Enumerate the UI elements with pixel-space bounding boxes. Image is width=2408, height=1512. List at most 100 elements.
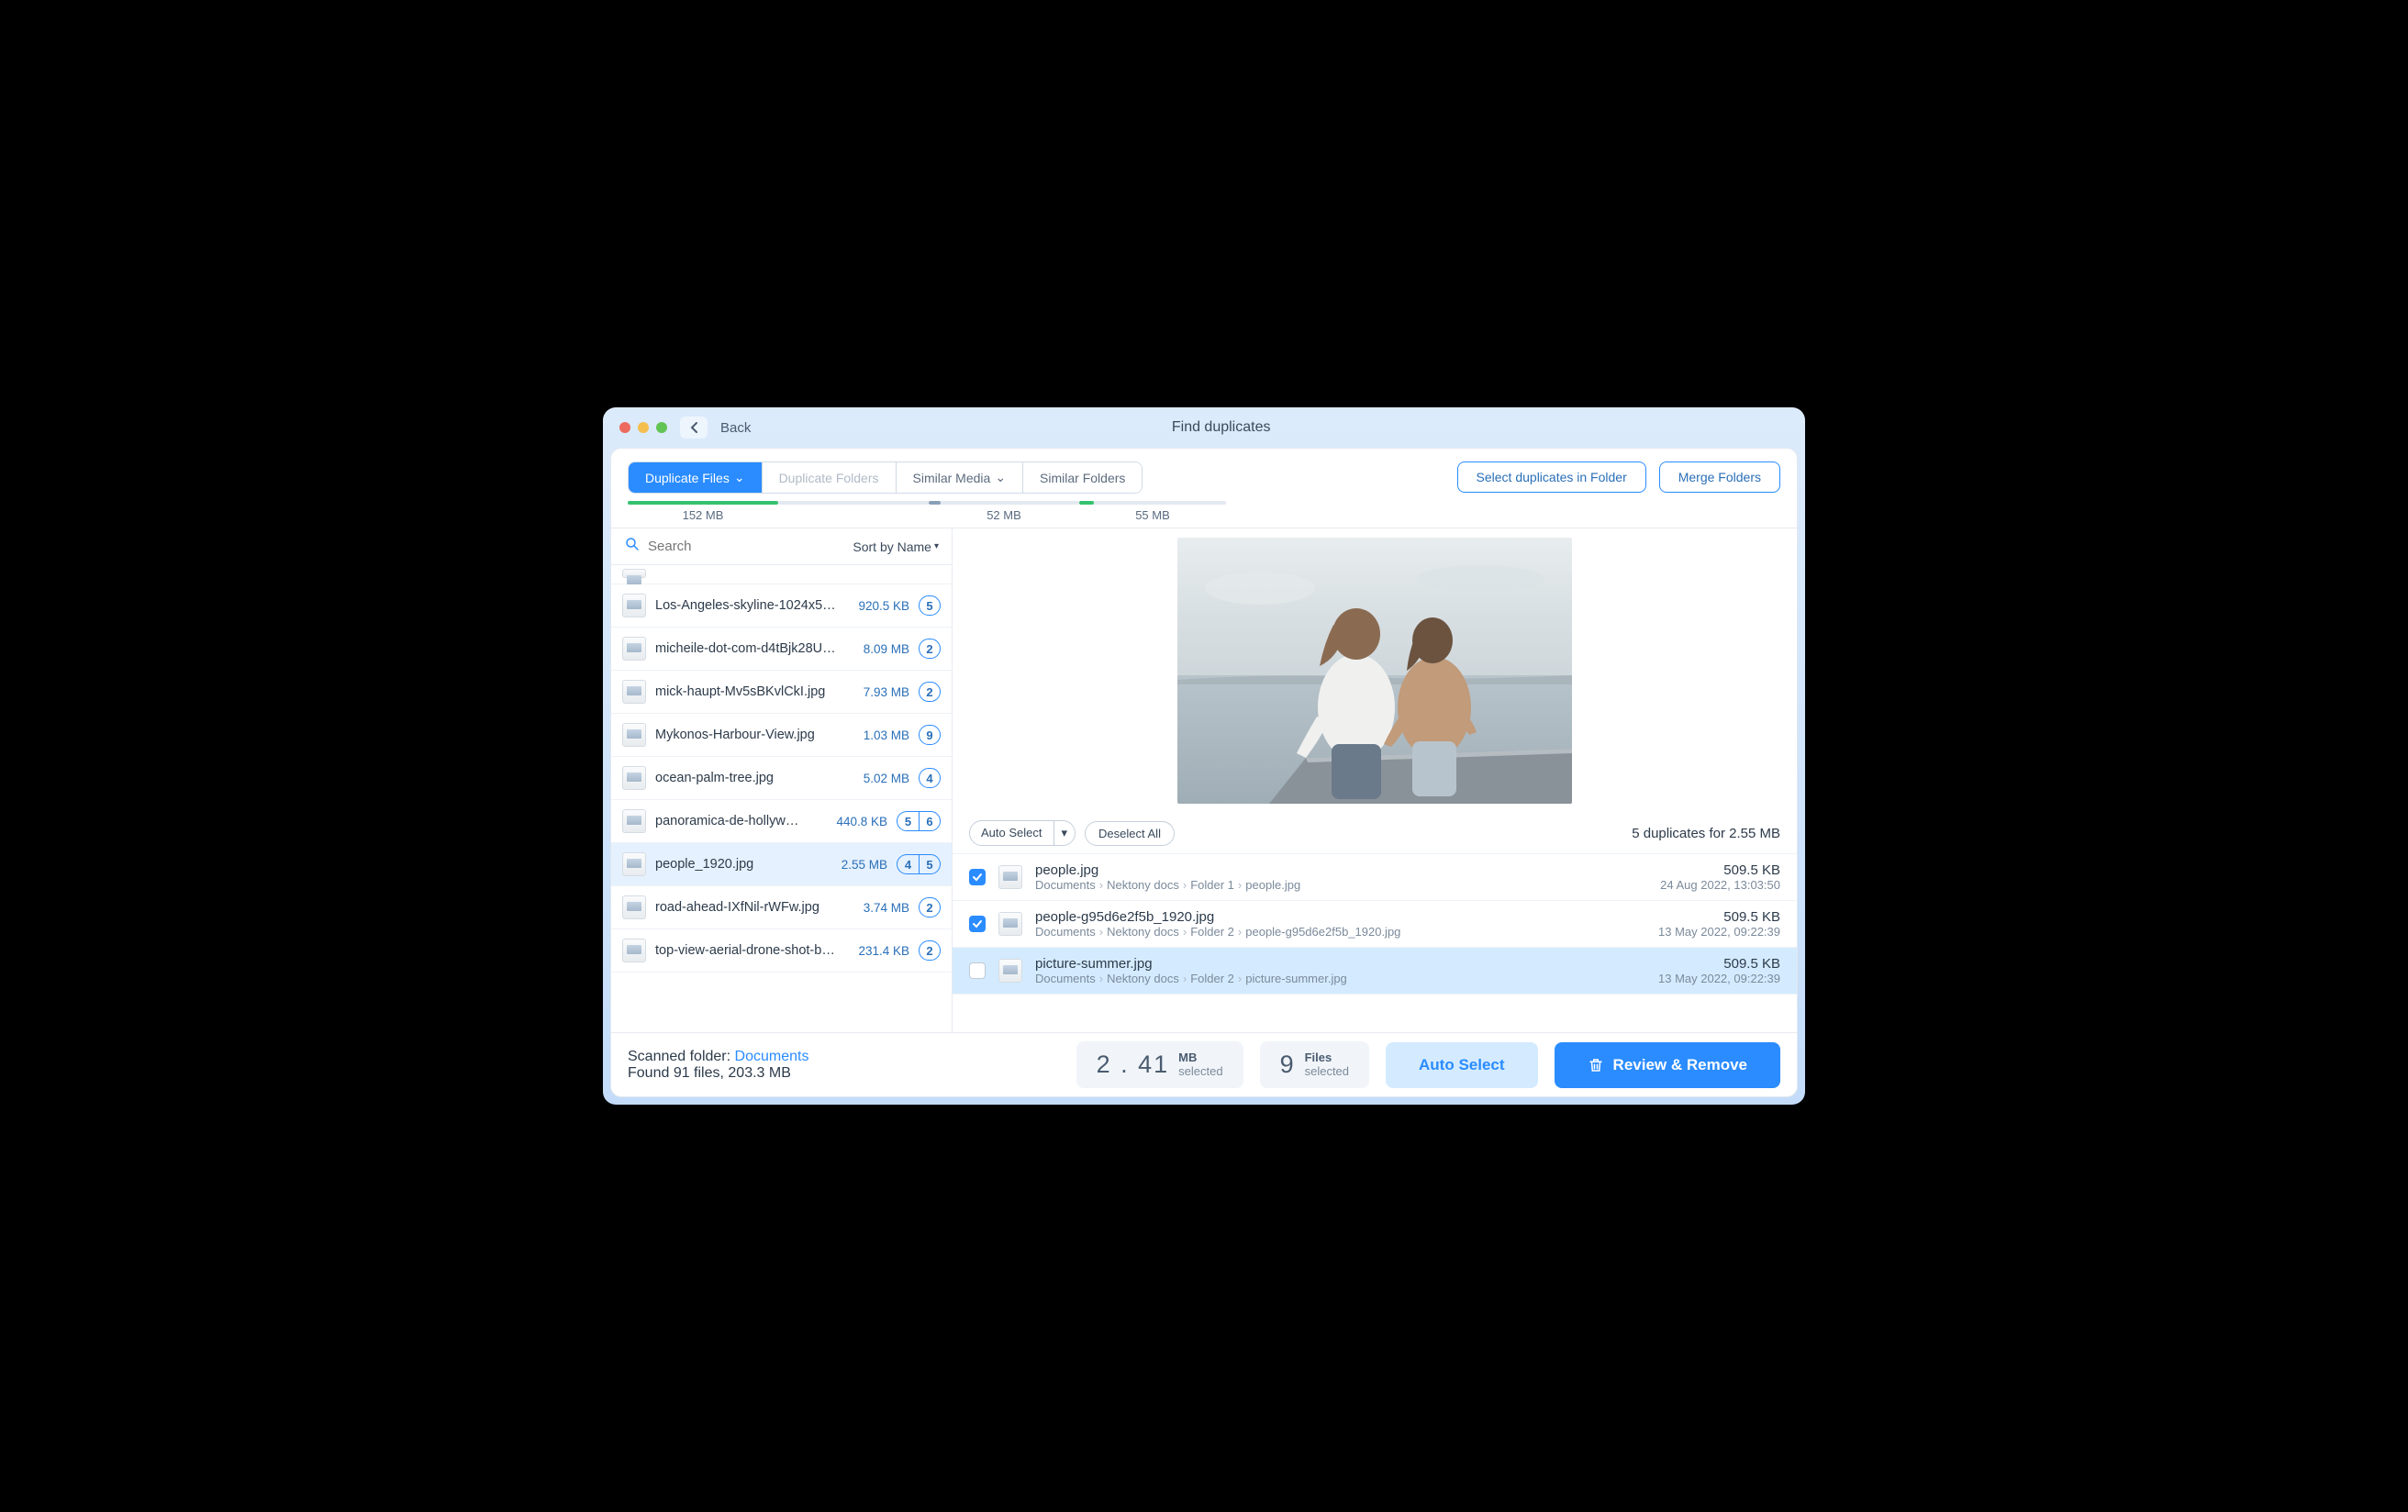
search-input[interactable] [648, 539, 845, 554]
count-badge: 2 [919, 897, 941, 917]
file-thumb-icon [622, 594, 646, 617]
file-thumb-icon [622, 809, 646, 833]
minimize-window-icon[interactable] [638, 422, 649, 433]
file-thumb-icon [622, 852, 646, 876]
footer-auto-select-button[interactable]: Auto Select [1386, 1042, 1538, 1088]
main-split: Sort by Name▾ Los-Angeles-skyline-1024x5… [611, 528, 1797, 1032]
deselect-all-button[interactable]: Deselect All [1085, 821, 1175, 846]
duplicate-row[interactable]: people-g95d6e2f5b_1920.jpg Documents ›Ne… [953, 901, 1797, 948]
file-row[interactable]: people_1920.jpg 2.55 MB 45 [611, 843, 952, 886]
count-badge: 4 [897, 854, 919, 874]
file-size: 3.74 MB [864, 901, 909, 915]
preview-area [953, 528, 1797, 813]
count-badge: 2 [919, 940, 941, 961]
size-bars: 152 MB . 52 MB 55 MB [611, 501, 1797, 528]
count-badge: 9 [919, 725, 941, 745]
file-thumb-icon [622, 939, 646, 962]
stat-size-selected: 2 . 41 MBselected [1076, 1041, 1243, 1088]
view-tabs: Duplicate Files⌄ Duplicate Folders Simil… [628, 461, 1143, 494]
scanned-folder-link[interactable]: Documents [735, 1049, 809, 1064]
count-badge: 2 [919, 639, 941, 659]
review-remove-button[interactable]: Review & Remove [1555, 1042, 1780, 1088]
checkbox[interactable] [969, 962, 986, 979]
file-name: top-view-aerial-drone-shot-b… [655, 943, 849, 958]
file-size: 2.55 MB [842, 858, 887, 872]
duplicate-row[interactable]: picture-summer.jpg Documents ›Nektony do… [953, 948, 1797, 995]
duplicate-name: picture-summer.jpg [1035, 956, 1645, 972]
file-row[interactable]: Mykonos-Harbour-View.jpg 1.03 MB 9 [611, 714, 952, 757]
merge-folders-button[interactable]: Merge Folders [1659, 461, 1780, 493]
file-size: 5.02 MB [864, 772, 909, 785]
file-thumb-icon [622, 637, 646, 661]
file-row[interactable]: road-ahead-IXfNil-rWFw.jpg 3.74 MB 2 [611, 886, 952, 929]
traffic-lights [619, 422, 667, 433]
duplicate-path: Documents ›Nektony docs ›Folder 2 ›peopl… [1035, 925, 1645, 939]
file-size: 920.5 KB [858, 599, 909, 613]
file-thumb-icon [622, 569, 646, 578]
file-size: 1.03 MB [864, 728, 909, 742]
duplicate-path: Documents ›Nektony docs ›Folder 1 ›peopl… [1035, 878, 1647, 892]
file-row[interactable]: Los-Angeles-skyline-1024x5… 920.5 KB 5 [611, 584, 952, 628]
select-duplicates-button[interactable]: Select duplicates in Folder [1457, 461, 1646, 493]
content-area: Duplicate Files⌄ Duplicate Folders Simil… [610, 448, 1798, 1097]
file-name: road-ahead-IXfNil-rWFw.jpg [655, 900, 854, 915]
duplicate-size: 509.5 KB [1660, 862, 1780, 878]
file-row[interactable]: mick-haupt-Mv5sBKvlCkI.jpg 7.93 MB 2 [611, 671, 952, 714]
count-badge: 2 [919, 682, 941, 702]
file-thumb-icon [622, 766, 646, 790]
duplicate-date: 24 Aug 2022, 13:03:50 [1660, 878, 1780, 892]
duplicates-list[interactable]: people.jpg Documents ›Nektony docs ›Fold… [953, 854, 1797, 1032]
file-row[interactable]: micheile-dot-com-d4tBjk28U… 8.09 MB 2 [611, 628, 952, 671]
duplicate-size: 509.5 KB [1658, 956, 1780, 972]
count-badge: 5 [919, 595, 941, 616]
duplicate-path: Documents ›Nektony docs ›Folder 2 ›pictu… [1035, 972, 1645, 985]
app-window: Back Find duplicates Duplicate Files⌄ Du… [603, 407, 1805, 1105]
file-name: panoramica-de-hollyw… [655, 814, 827, 828]
duplicate-size: 509.5 KB [1658, 909, 1780, 925]
count-badge: 5 [919, 854, 941, 874]
auto-select-split-button[interactable]: Auto Select▾ [969, 820, 1076, 846]
file-thumb-icon [998, 959, 1022, 983]
sort-dropdown[interactable]: Sort by Name▾ [853, 539, 939, 554]
file-thumb-icon [622, 680, 646, 704]
window-title: Find duplicates [764, 419, 1789, 436]
duplicates-summary: 5 duplicates for 2.55 MB [1632, 826, 1780, 841]
preview-pane: Auto Select▾ Deselect All 5 duplicates f… [953, 528, 1797, 1032]
tab-duplicate-folders[interactable]: Duplicate Folders [763, 462, 897, 493]
file-thumb-icon [998, 912, 1022, 936]
count-badge: 6 [919, 811, 941, 831]
close-window-icon[interactable] [619, 422, 630, 433]
file-name: Los-Angeles-skyline-1024x5… [655, 598, 849, 613]
found-summary: Found 91 files, 203.3 MB [628, 1065, 1060, 1082]
file-name: micheile-dot-com-d4tBjk28U… [655, 641, 854, 656]
trash-icon [1588, 1057, 1604, 1073]
file-name: ocean-palm-tree.jpg [655, 771, 854, 785]
file-size: 7.93 MB [864, 685, 909, 699]
duplicate-name: people-g95d6e2f5b_1920.jpg [1035, 909, 1645, 925]
back-button[interactable] [680, 417, 708, 439]
checkbox[interactable] [969, 916, 986, 932]
chevron-left-icon [689, 421, 698, 434]
count-badge: 4 [919, 768, 941, 788]
file-list[interactable]: Los-Angeles-skyline-1024x5… 920.5 KB 5 m… [611, 565, 952, 1032]
tab-similar-media[interactable]: Similar Media⌄ [897, 462, 1024, 493]
duplicate-date: 13 May 2022, 09:22:39 [1658, 925, 1780, 939]
chevron-down-icon[interactable]: ▾ [1054, 821, 1076, 845]
maximize-window-icon[interactable] [656, 422, 667, 433]
tab-duplicate-files[interactable]: Duplicate Files⌄ [629, 462, 763, 493]
file-row[interactable]: ocean-palm-tree.jpg 5.02 MB 4 [611, 757, 952, 800]
back-label: Back [720, 420, 751, 436]
footer: Scanned folder: Documents Found 91 files… [611, 1032, 1797, 1096]
file-thumb-icon [998, 865, 1022, 889]
file-row[interactable]: panoramica-de-hollyw… 440.8 KB 56 [611, 800, 952, 843]
file-size: 8.09 MB [864, 642, 909, 656]
top-toolbar: Duplicate Files⌄ Duplicate Folders Simil… [611, 449, 1797, 501]
file-row[interactable]: top-view-aerial-drone-shot-b… 231.4 KB 2 [611, 929, 952, 973]
duplicate-row[interactable]: people.jpg Documents ›Nektony docs ›Fold… [953, 854, 1797, 901]
tab-similar-folders[interactable]: Similar Folders [1023, 462, 1142, 493]
preview-image [1177, 538, 1572, 804]
checkbox[interactable] [969, 869, 986, 885]
file-name: mick-haupt-Mv5sBKvlCkI.jpg [655, 684, 854, 699]
file-name: people_1920.jpg [655, 857, 832, 872]
duplicate-name: people.jpg [1035, 862, 1647, 878]
